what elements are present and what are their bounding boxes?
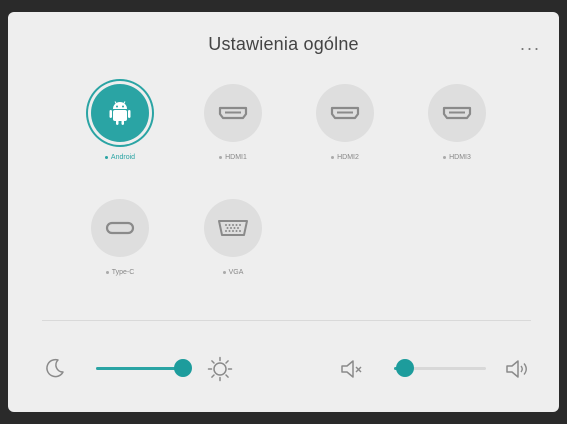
source-hdmi3-circle (428, 84, 486, 142)
volume-slider[interactable] (394, 359, 486, 377)
usb-c-port-icon (105, 221, 135, 235)
source-hdmi2[interactable]: HDMI2 (300, 84, 390, 194)
source-android-circle (91, 84, 149, 142)
divider (42, 320, 531, 321)
source-hdmi3-label: HDMI3 (412, 154, 502, 161)
source-android-label: Android (75, 154, 165, 161)
source-type-c-label: Type-C (75, 269, 165, 276)
settings-panel: Ustawienia ogólne ... Android HDMI1 HDMI… (8, 12, 559, 412)
hdmi-port-icon (442, 106, 472, 120)
volume-slider-thumb[interactable] (396, 359, 415, 377)
moon-icon (46, 358, 64, 378)
hdmi-port-icon (218, 106, 248, 120)
brightness-slider[interactable] (96, 359, 192, 377)
source-hdmi1[interactable]: HDMI1 (188, 84, 278, 194)
brightness-slider-thumb[interactable] (174, 359, 192, 377)
source-android[interactable]: Android (75, 84, 165, 194)
source-hdmi2-label: HDMI2 (300, 154, 390, 161)
volume-high-icon[interactable] (504, 358, 532, 380)
source-hdmi1-circle (204, 84, 262, 142)
source-hdmi2-circle (316, 84, 374, 142)
volume-mute-icon[interactable] (339, 358, 365, 380)
source-vga-label: VGA (188, 269, 278, 276)
brightness-slider-fill (96, 367, 183, 370)
more-options-button[interactable]: ... (520, 34, 541, 55)
android-icon (109, 101, 131, 125)
page-title: Ustawienia ogólne (208, 34, 359, 54)
sun-icon (207, 356, 233, 382)
source-type-c-circle (91, 199, 149, 257)
hdmi-port-icon (330, 106, 360, 120)
source-hdmi1-label: HDMI1 (188, 154, 278, 161)
source-vga[interactable]: VGA (188, 199, 278, 309)
vga-port-icon (218, 220, 248, 236)
source-type-c[interactable]: Type-C (75, 199, 165, 309)
source-vga-circle (204, 199, 262, 257)
source-hdmi3[interactable]: HDMI3 (412, 84, 502, 194)
